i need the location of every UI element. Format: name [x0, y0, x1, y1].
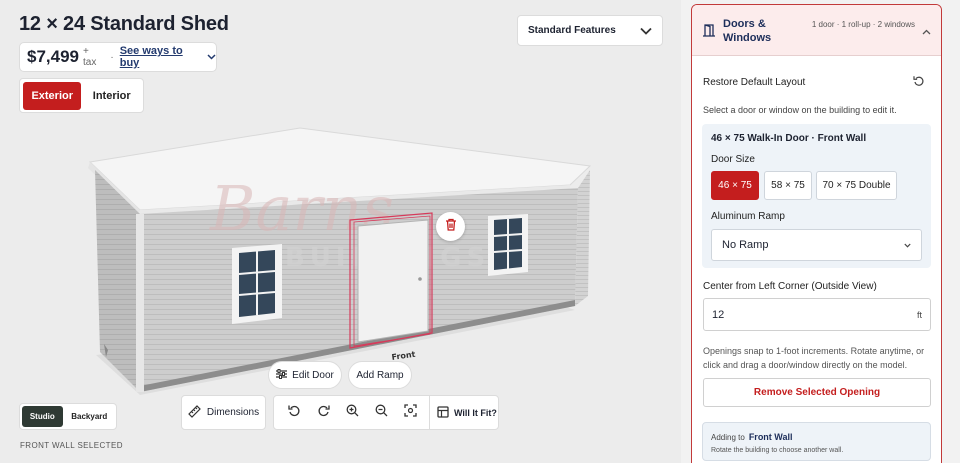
- unit-label: ft: [916, 309, 922, 320]
- door-title: 46 × 75 Walk-In Door · Front Wall: [711, 133, 867, 144]
- door-size-option[interactable]: 58 × 75: [764, 171, 812, 200]
- scene-toggle: Studio Backyard: [19, 403, 117, 430]
- chevron-up-icon[interactable]: [922, 27, 931, 38]
- reset-icon: [913, 75, 925, 90]
- layout-icon: [437, 405, 449, 420]
- snap-note: Openings snap to 1-foot increments. Rota…: [703, 346, 925, 370]
- price-separator: ·: [110, 51, 114, 63]
- price-value: $7,499: [27, 47, 79, 66]
- standard-features-label: Standard Features: [528, 25, 616, 36]
- dimensions-label: Dimensions: [206, 407, 260, 418]
- center-offset-value: 12: [712, 308, 725, 321]
- aluminum-ramp-label: Aluminum Ramp: [711, 211, 785, 222]
- delete-opening-button[interactable]: [436, 212, 465, 241]
- zoom-in-icon: [346, 404, 359, 422]
- center-offset-input[interactable]: 12 ft: [703, 298, 931, 331]
- corner-trim: [136, 214, 144, 392]
- adding-to-wall-box: Adding to Front Wall Rotate the building …: [702, 422, 931, 461]
- adding-prefix: Adding to: [711, 433, 745, 442]
- chevron-down-icon: [904, 239, 911, 251]
- studio-tab[interactable]: Studio: [22, 406, 63, 427]
- door-size-option[interactable]: 46 × 75: [711, 171, 759, 200]
- door-editor: 46 × 75 Walk-In Door · Front Wall Door S…: [702, 124, 931, 268]
- exterior-tab[interactable]: Exterior: [23, 81, 82, 110]
- door-size-label: Door Size: [711, 154, 755, 165]
- config-panel: Doors & Windows 1 door · 1 roll-up · 2 w…: [681, 0, 960, 463]
- camera-toolbar: Will It Fit?: [273, 395, 499, 430]
- model-viewer[interactable]: Barns BUILDINGS Front: [0, 0, 680, 463]
- trash-icon: [445, 218, 457, 236]
- tax-label: + tax: [83, 46, 97, 68]
- zoom-out-icon: [375, 404, 388, 422]
- interior-tab[interactable]: Interior: [83, 82, 140, 110]
- doors-windows-card: Doors & Windows 1 door · 1 roll-up · 2 w…: [691, 4, 942, 463]
- selection-hint: Select a door or window on the building …: [703, 105, 897, 115]
- sliders-icon: [276, 368, 288, 382]
- panel-title: Doors & Windows: [723, 18, 772, 44]
- window-left[interactable]: [232, 244, 282, 324]
- standard-features-dropdown[interactable]: Standard Features: [517, 15, 663, 46]
- adding-to-line: Adding to Front Wall: [711, 432, 792, 442]
- view-toggle: Exterior Interior: [19, 78, 144, 113]
- page-title: 12 × 24 Standard Shed: [19, 13, 229, 35]
- doors-windows-header[interactable]: Doors & Windows 1 door · 1 roll-up · 2 w…: [692, 5, 941, 56]
- price-box: $7,499 + tax · See ways to buy: [19, 42, 217, 72]
- adding-wall-name: Front Wall: [748, 432, 793, 442]
- ramp-select[interactable]: No Ramp: [711, 229, 922, 261]
- door-icon: [702, 24, 716, 42]
- fit-view-button[interactable]: [396, 395, 425, 430]
- chevron-down-icon[interactable]: [207, 52, 216, 62]
- undo-button[interactable]: [280, 395, 309, 430]
- ruler-icon: [188, 404, 201, 421]
- door-size-option[interactable]: 70 × 75 Double: [816, 171, 897, 200]
- rotate-left-icon: [288, 404, 301, 422]
- restore-default-layout-button[interactable]: Restore Default Layout: [703, 75, 925, 90]
- selection-status: FRONT WALL SELECTED: [20, 441, 123, 450]
- will-it-fit-button[interactable]: Will It Fit?: [430, 405, 497, 420]
- dimensions-button[interactable]: Dimensions: [181, 395, 266, 430]
- adding-subtext: Rotate the building to choose another wa…: [711, 447, 844, 454]
- focus-frame-icon: [404, 403, 417, 422]
- see-ways-to-buy-link[interactable]: See ways to buy: [120, 45, 203, 69]
- chevron-down-icon: [640, 24, 652, 38]
- openings-summary: 1 door · 1 roll-up · 2 windows: [811, 20, 915, 29]
- rotate-right-icon: [317, 404, 330, 422]
- will-it-fit-label: Will It Fit?: [454, 407, 497, 418]
- window-right[interactable]: [488, 214, 528, 276]
- door-front-selected[interactable]: [349, 212, 433, 349]
- add-ramp-button[interactable]: Add Ramp: [348, 361, 412, 389]
- center-from-left-label: Center from Left Corner (Outside View): [703, 281, 877, 292]
- edit-door-button[interactable]: Edit Door: [268, 361, 342, 389]
- zoom-out-button[interactable]: [367, 395, 396, 430]
- restore-label: Restore Default Layout: [703, 77, 806, 88]
- remove-opening-button[interactable]: Remove Selected Opening: [703, 378, 931, 407]
- zoom-in-button[interactable]: [338, 395, 367, 430]
- redo-button[interactable]: [309, 395, 338, 430]
- ramp-select-value: No Ramp: [722, 239, 769, 251]
- backyard-tab[interactable]: Backyard: [65, 406, 114, 427]
- edit-door-label: Edit Door: [292, 369, 334, 381]
- add-ramp-label: Add Ramp: [356, 369, 404, 381]
